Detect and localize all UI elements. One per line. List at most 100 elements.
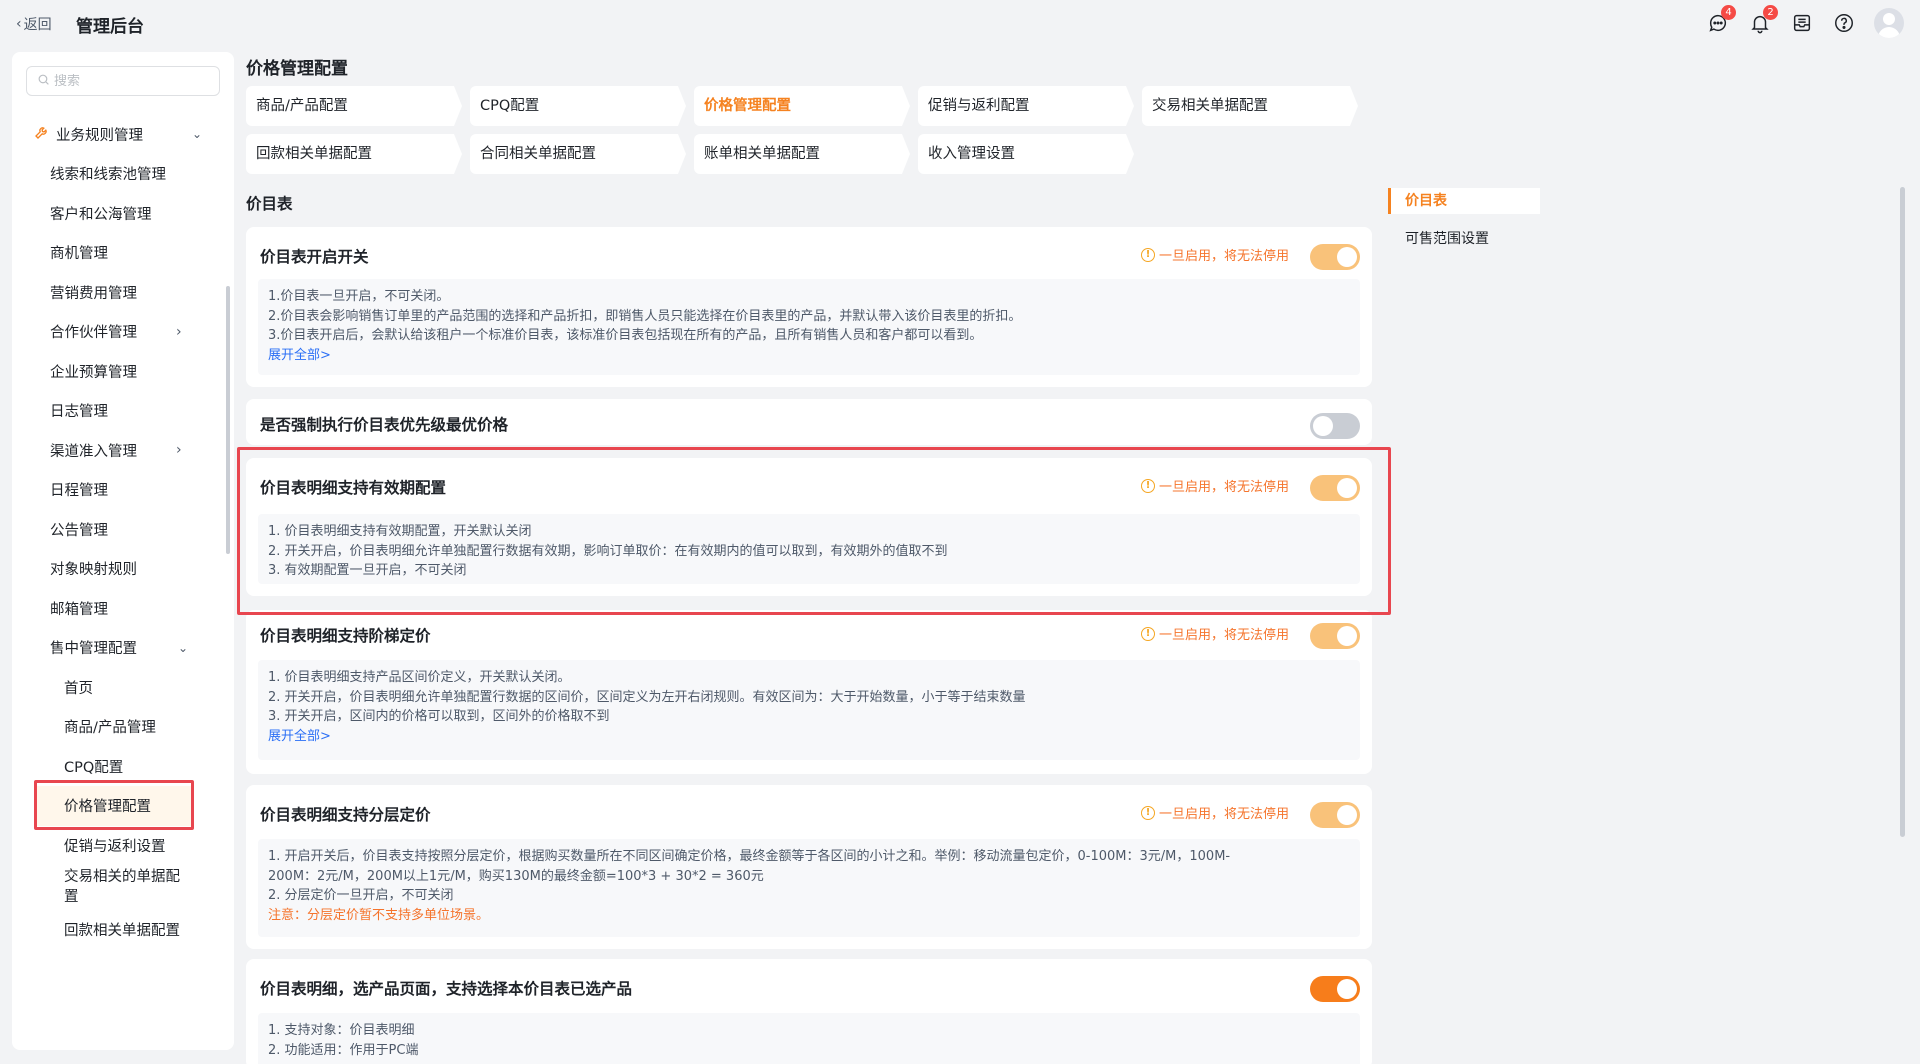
desc-line: 3. 开关开启，区间内的价格可以取到，区间外的价格取不到 [268,709,610,724]
avatar[interactable] [1874,8,1904,38]
toggle-switch[interactable] [1310,623,1360,649]
warning-text: ! 一旦启用，将无法停用 [1140,245,1289,264]
setting-card-price-list-switch: 价目表开启开关 ! 一旦启用，将无法停用 1.价目表一旦开启，不可关闭。 2.价目… [246,227,1372,387]
sidebar-subitem-price-config[interactable]: 价格管理配置 [34,786,194,826]
sidebar-item-announcements[interactable]: 公告管理 [12,510,234,550]
card-title: 价目表明细，选产品页面，支持选择本价目表已选产品 [260,980,633,998]
desc-line: 1.价目表一旦开启，不可关闭。 [268,289,450,304]
card-title: 价目表明细支持有效期配置 [260,479,447,497]
sidebar-item-label: 合作伙伴管理 [50,325,137,342]
desc-line: 2. 功能适用：作用于PC端 [268,1042,419,1058]
sidebar-subitem-payment-docs[interactable]: 回款相关单据配置 [12,909,234,953]
chevron-down-icon: ⌄ [192,127,203,141]
setting-card-tiered-pricing: 价目表明细支持阶梯定价 ! 一旦启用，将无法停用 1. 价目表明细支持产品区间价定… [246,610,1372,774]
sidebar-item-customers[interactable]: 客户和公海管理 [12,194,234,234]
toggle-knob [1313,416,1333,436]
sidebar-group-business-rules[interactable]: 业务规则管理 ⌄ [12,114,234,154]
setting-card-layered-pricing: 价目表明细支持分层定价 ! 一旦启用，将无法停用 1. 开启开关后，价目表支持按照… [246,785,1372,949]
tab-promotion-config[interactable]: 促销与返利配置 [918,86,1134,126]
tab-price-config[interactable]: 价格管理配置 [694,86,910,126]
warning-icon: ! [1140,805,1155,820]
card-title: 价目表开启开关 [260,248,369,266]
chevron-left-icon: ‹ [16,16,22,32]
sidebar-subitem-product[interactable]: 商品/产品管理 [12,707,234,747]
toggle-switch[interactable] [1310,802,1360,828]
anchor-item-price-list[interactable]: 价目表 [1388,188,1540,214]
top-bar: ‹ 返回 管理后台 4 2 [0,0,1920,50]
toggle-knob [1337,247,1357,267]
warning-text: ! 一旦启用，将无法停用 [1140,476,1289,495]
desc-line: 2. 开关开启，价目表明细允许单独配置行数据的区间价，区间定义为左开右闭规则。有… [268,689,1026,705]
card-title: 价目表明细支持分层定价 [260,806,431,824]
warning-label: 一旦启用，将无法停用 [1158,807,1289,822]
sidebar-item-in-sale-config[interactable]: 售中管理配置 ⌄ [12,628,234,668]
sidebar-item-marketing-cost[interactable]: 营销费用管理 [12,273,234,313]
warning-text: ! 一旦启用，将无法停用 [1140,624,1289,643]
desc-line: 3. 有效期配置一旦开启，不可关闭 [268,563,467,578]
sidebar-subitem-transaction-docs[interactable]: 交易相关的单据配置 [12,865,234,909]
desc-line: 200M：2元/M，200M以上1元/M，购买130M的最终金额=100*3 +… [268,868,764,884]
tab-bill-docs[interactable]: 账单相关单据配置 [694,134,910,174]
sidebar-item-label: 商机管理 [50,246,108,263]
sidebar-item-mailbox[interactable]: 邮箱管理 [12,589,234,629]
expand-all-link[interactable]: 展开全部> [268,727,1350,747]
sidebar-item-opportunities[interactable]: 商机管理 [12,233,234,273]
sidebar-scrollbar[interactable] [226,286,230,554]
message-icon[interactable]: 4 [1706,5,1736,35]
card-title: 是否强制执行价目表优先级最优价格 [260,416,509,434]
sidebar-item-label: 首页 [64,680,93,697]
back-button[interactable]: ‹ 返回 [16,14,52,34]
main-scrollbar[interactable] [1900,187,1905,837]
sidebar-subitem-home[interactable]: 首页 [12,668,234,708]
help-icon[interactable] [1832,11,1856,35]
back-label: 返回 [23,17,52,33]
sidebar-subitem-cpq[interactable]: CPQ配置 [12,747,234,787]
sidebar-item-leads[interactable]: 线索和线索池管理 [12,154,234,194]
toggle-switch[interactable] [1310,976,1360,1002]
search-box[interactable] [26,66,220,96]
expand-all-link[interactable]: 展开全部> [268,346,1350,366]
sidebar-item-channel-access[interactable]: 渠道准入管理 › [12,431,234,471]
sidebar-item-label: 售中管理配置 [50,641,137,658]
sidebar-item-budget[interactable]: 企业预算管理 [12,352,234,392]
sidebar-item-logs[interactable]: 日志管理 [12,391,234,431]
tab-cpq-config[interactable]: CPQ配置 [470,86,686,126]
chevron-right-icon: › [176,442,182,459]
sidebar-item-object-mapping[interactable]: 对象映射规则 [12,549,234,589]
sidebar-item-schedule[interactable]: 日程管理 [12,470,234,510]
warning-icon: ! [1140,247,1155,262]
toggle-switch[interactable] [1310,244,1360,270]
tab-payment-docs[interactable]: 回款相关单据配置 [246,134,462,174]
chevron-right-icon: › [176,323,182,340]
sidebar-item-label: 回款相关单据配置 [64,923,180,939]
toggle-knob [1337,979,1357,999]
app-title: 管理后台 [76,17,144,37]
sidebar-subitem-promotion[interactable]: 促销与返利设置 [12,826,234,866]
sidebar-item-label: 对象映射规则 [50,562,137,579]
card-title: 价目表明细支持阶梯定价 [260,627,431,645]
card-description: 1. 价目表明细支持产品区间价定义，开关默认关闭。 2. 开关开启，价目表明细允… [258,660,1360,760]
inbox-icon[interactable] [1790,11,1814,35]
sidebar-item-label: 邮箱管理 [50,601,108,618]
desc-line: 2. 分层定价一旦开启，不可关闭 [268,888,454,903]
bell-icon[interactable]: 2 [1748,5,1778,35]
sidebar-item-label: 公告管理 [50,522,108,539]
tab-revenue-settings[interactable]: 收入管理设置 [918,134,1134,174]
sidebar-item-label: CPQ配置 [64,759,124,776]
warning-label: 一旦启用，将无法停用 [1158,249,1289,264]
toggle-switch[interactable] [1310,475,1360,501]
tab-product-config[interactable]: 商品/产品配置 [246,86,462,126]
desc-note: 注意：分层定价暂不支持多单位场景。 [268,907,490,923]
header-actions: 4 2 [1706,5,1904,38]
toggle-switch[interactable] [1310,413,1360,439]
search-input[interactable] [54,73,204,89]
tab-transaction-docs[interactable]: 交易相关单据配置 [1142,86,1358,126]
tab-contract-docs[interactable]: 合同相关单据配置 [470,134,686,174]
anchor-item-saleable-scope[interactable]: 可售范围设置 [1388,226,1540,252]
desc-line: 2.价目表会影响销售订单里的产品范围的选择和产品折扣，即销售人员只能选择在价目表… [268,308,1022,324]
desc-line: 3.价目表开启后，会默认给该租户一个标准价目表，该标准价目表包括现在所有的产品，… [268,328,983,343]
sidebar-item-label: 渠道准入管理 [50,443,137,460]
chevron-down-icon: ⌄ [178,640,189,655]
desc-line: 1. 价目表明细支持有效期配置，开关默认关闭 [268,524,532,539]
sidebar-item-partners[interactable]: 合作伙伴管理 › [12,312,234,352]
